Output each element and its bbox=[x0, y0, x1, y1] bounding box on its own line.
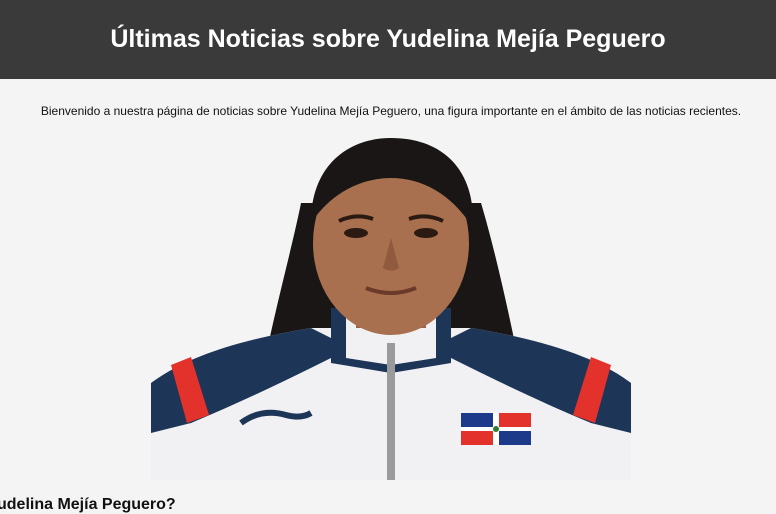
zipper bbox=[387, 343, 395, 480]
intro-paragraph: Bienvenido a nuestra página de noticias … bbox=[40, 104, 742, 118]
page-title: Últimas Noticias sobre Yudelina Mejía Pe… bbox=[110, 25, 666, 53]
portrait-photo bbox=[151, 133, 631, 480]
flag-patch bbox=[461, 413, 531, 445]
page-header: Últimas Noticias sobre Yudelina Mejía Pe… bbox=[0, 0, 776, 79]
section-heading: udelina Mejía Peguero? bbox=[0, 496, 176, 513]
